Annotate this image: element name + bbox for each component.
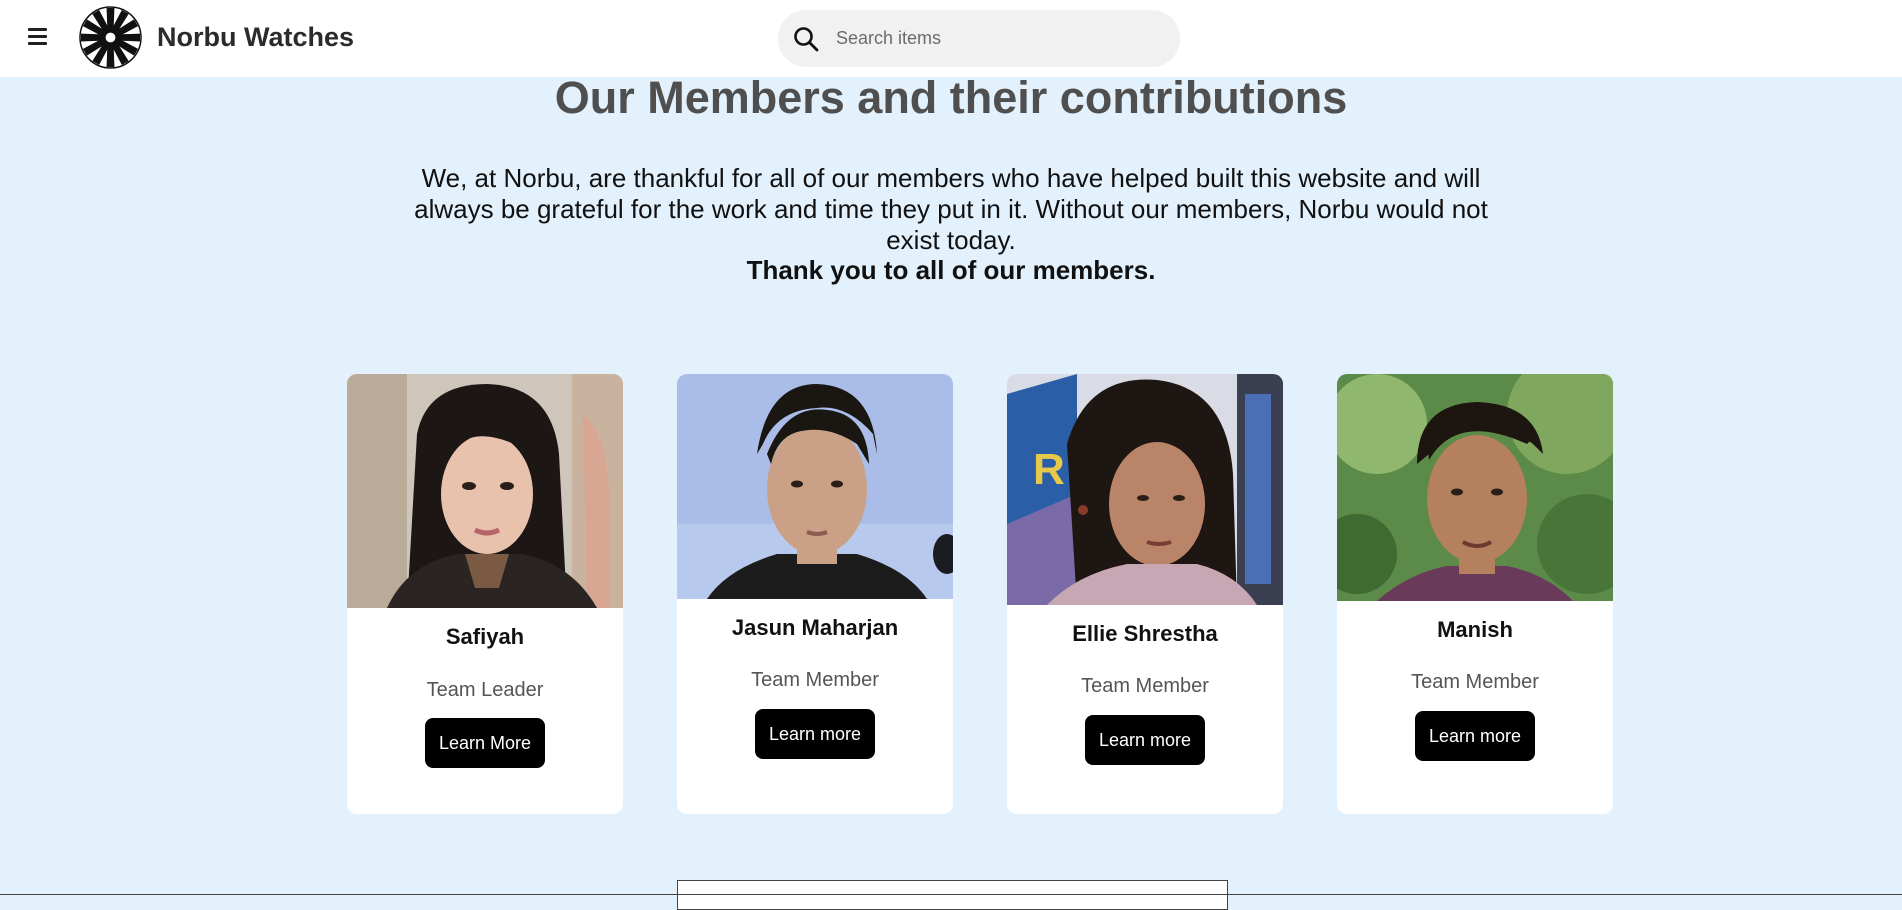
svg-text:R: R xyxy=(1033,445,1065,494)
member-card-ellie-shrestha: R Ellie Shrestha Team Member Learn more xyxy=(1007,374,1283,814)
member-card-jasun-maharjan: Jasun Maharjan Team Member Learn more xyxy=(677,374,953,814)
brand-name[interactable]: Norbu Watches xyxy=(157,22,354,53)
starburst-logo-icon[interactable] xyxy=(79,6,142,69)
learn-more-button[interactable]: Learn More xyxy=(425,718,545,768)
member-name: Safiyah xyxy=(445,624,525,649)
hamburger-menu-icon[interactable] xyxy=(28,28,50,48)
learn-more-button[interactable]: Learn more xyxy=(755,709,875,759)
member-name: Manish xyxy=(1437,617,1513,642)
member-name: Ellie Shrestha xyxy=(1072,621,1218,646)
intro-paragraph: We, at Norbu, are thankful for all of ou… xyxy=(414,163,1488,255)
member-role: Team Member xyxy=(751,669,879,691)
member-role: Team Member xyxy=(1081,675,1209,697)
member-photo xyxy=(677,374,953,599)
member-role: Team Member xyxy=(1411,671,1539,693)
search-icon[interactable] xyxy=(792,25,820,53)
member-role: Team Leader xyxy=(426,679,544,701)
member-card-safiyah: Safiyah Team Leader Learn More xyxy=(347,374,623,814)
member-photo: R xyxy=(1007,374,1283,605)
learn-more-button[interactable]: Learn more xyxy=(1085,715,1205,765)
top-navigation-bar: Norbu Watches xyxy=(0,0,1902,77)
member-photo xyxy=(1337,374,1613,601)
footer-box xyxy=(677,880,1228,910)
member-photo xyxy=(347,374,623,608)
member-name: Jasun Maharjan xyxy=(731,615,899,640)
page-title: Our Members and their contributions xyxy=(554,72,1348,123)
search-bar[interactable] xyxy=(778,10,1180,67)
member-card-manish: Manish Team Member Learn more xyxy=(1337,374,1613,814)
search-input[interactable] xyxy=(834,20,1154,56)
learn-more-button[interactable]: Learn more xyxy=(1415,711,1535,761)
thanks-text: Thank you to all of our members. xyxy=(746,255,1156,285)
